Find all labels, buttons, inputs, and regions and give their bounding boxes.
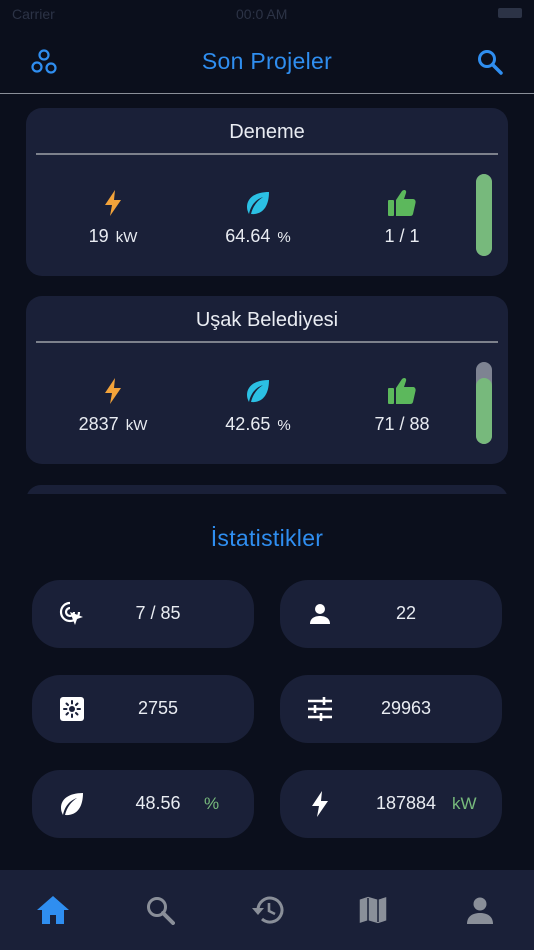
project-card[interactable]: Uşak Belediyesi 2837 kW 42.65 % 71 / 88 bbox=[26, 296, 508, 464]
leaf-icon bbox=[58, 790, 86, 818]
stat-unit: % bbox=[204, 794, 220, 813]
stat-card-settings[interactable]: 29963 bbox=[280, 675, 502, 743]
power-value: 2837 bbox=[78, 414, 119, 434]
history-icon bbox=[252, 896, 284, 924]
divider bbox=[36, 153, 498, 155]
touch-target-icon bbox=[58, 600, 86, 628]
power-value: 19 bbox=[88, 226, 109, 246]
eco-unit: % bbox=[277, 417, 291, 434]
carrier-label: Carrier bbox=[12, 6, 55, 22]
map-icon bbox=[358, 894, 388, 926]
project-card-partial[interactable] bbox=[26, 485, 508, 494]
sliders-icon bbox=[306, 695, 334, 723]
tab-search[interactable] bbox=[140, 890, 180, 930]
leaf-icon bbox=[198, 188, 318, 218]
approval-value: 71 / 88 bbox=[374, 414, 430, 434]
power-unit: kW bbox=[125, 417, 148, 434]
progress-fill bbox=[476, 174, 492, 256]
stat-value: 7 / 85 bbox=[135, 603, 181, 623]
power-metric: 2837 kW bbox=[53, 376, 173, 435]
thumbs-up-icon bbox=[342, 376, 462, 406]
page-title: Son Projeler bbox=[201, 48, 333, 74]
power-unit: kW bbox=[115, 229, 138, 246]
clock: 00:0 AM bbox=[236, 6, 288, 22]
eco-metric: 42.65 % bbox=[198, 376, 318, 435]
eco-value: 42.65 bbox=[225, 414, 271, 434]
eco-unit: % bbox=[277, 229, 291, 246]
approval-metric: 1 / 1 bbox=[342, 188, 462, 247]
bolt-icon bbox=[306, 790, 334, 818]
home-icon bbox=[37, 896, 69, 924]
project-list[interactable]: Deneme 19 kW 64.64 % 1 / 1 Uşak Belediye… bbox=[26, 108, 508, 494]
stats-title: İstatistikler bbox=[210, 525, 324, 551]
tab-home[interactable] bbox=[33, 890, 73, 930]
leaf-icon bbox=[198, 376, 318, 406]
stat-card-panels[interactable]: 2755 bbox=[32, 675, 254, 743]
stat-unit: kW bbox=[452, 794, 477, 813]
tab-bar bbox=[0, 870, 534, 950]
profile-icon bbox=[467, 897, 493, 924]
tab-profile[interactable] bbox=[460, 890, 500, 930]
header: Son Projeler bbox=[0, 30, 534, 94]
progress-bar bbox=[476, 174, 492, 256]
project-card[interactable]: Deneme 19 kW 64.64 % 1 / 1 bbox=[26, 108, 508, 276]
stat-value: 2755 bbox=[137, 698, 179, 718]
stat-value: 48.56 bbox=[135, 793, 181, 813]
person-icon bbox=[306, 600, 334, 628]
eco-metric: 64.64 % bbox=[198, 188, 318, 247]
bolt-icon bbox=[53, 188, 173, 218]
search-icon bbox=[147, 897, 175, 925]
eco-value: 64.64 bbox=[225, 226, 271, 246]
stat-value: 22 bbox=[395, 603, 417, 623]
stat-value: 29963 bbox=[380, 698, 432, 718]
project-name: Deneme bbox=[229, 121, 305, 143]
approval-value: 1 / 1 bbox=[384, 226, 420, 246]
progress-fill bbox=[476, 377, 492, 444]
approval-metric: 71 / 88 bbox=[342, 376, 462, 435]
tab-history[interactable] bbox=[247, 890, 287, 930]
bolt-icon bbox=[53, 376, 173, 406]
thumbs-up-icon bbox=[342, 188, 462, 218]
project-name: Uşak Belediyesi bbox=[195, 309, 339, 331]
divider bbox=[36, 341, 498, 343]
search-icon[interactable] bbox=[476, 48, 504, 76]
stat-card-users[interactable]: 22 bbox=[280, 580, 502, 648]
power-metric: 19 kW bbox=[53, 188, 173, 247]
battery-icon bbox=[498, 8, 522, 18]
progress-bar bbox=[476, 362, 492, 444]
stat-card-tasks[interactable]: 7 / 85 bbox=[32, 580, 254, 648]
stat-card-eco[interactable]: 48.56 % bbox=[32, 770, 254, 838]
status-bar: Carrier 00:0 AM bbox=[0, 0, 534, 30]
stat-card-power[interactable]: 187884 kW bbox=[280, 770, 502, 838]
stat-value: 187884 bbox=[375, 793, 437, 813]
tab-map[interactable] bbox=[353, 890, 393, 930]
panel-icon bbox=[58, 695, 86, 723]
